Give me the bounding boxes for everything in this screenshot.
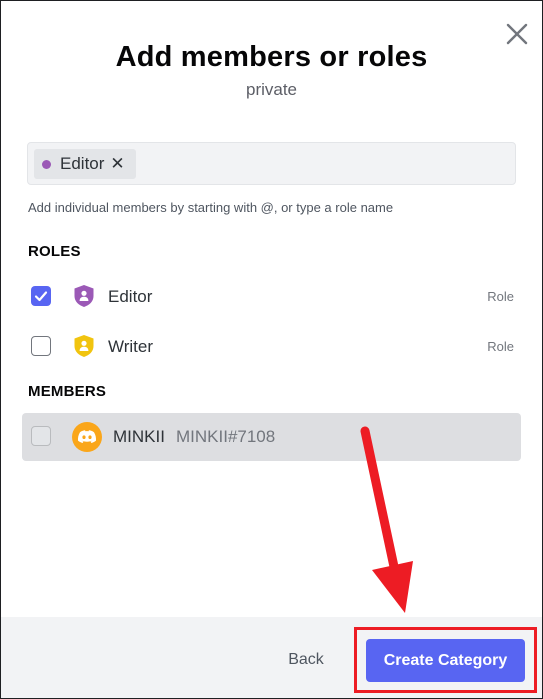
role-name: Editor: [108, 287, 153, 306]
role-color-dot: [42, 159, 51, 169]
role-name: Writer: [108, 337, 154, 356]
avatar: [72, 422, 102, 452]
annotation-highlight-box: Create Category: [354, 627, 537, 693]
modal-subtitle: private: [245, 80, 298, 99]
role-tag: Role: [487, 339, 514, 354]
member-checkbox-minkii[interactable]: [31, 426, 51, 446]
chip-label: Editor: [60, 154, 105, 173]
member-tag: MINKII#7108: [176, 427, 276, 446]
member-name: MINKII: [113, 427, 165, 446]
role-checkbox-editor[interactable]: [31, 286, 51, 306]
role-tag: Role: [487, 289, 514, 304]
role-row-editor[interactable]: Editor Role: [22, 273, 521, 321]
member-row-minkii[interactable]: MINKII MINKII#7108: [22, 413, 521, 461]
members-section-header: MEMBERS: [28, 383, 107, 400]
selected-role-chip: Editor ✕: [34, 149, 136, 179]
checkmark-icon: [34, 291, 48, 302]
role-row-writer[interactable]: Writer Role: [22, 323, 521, 371]
role-checkbox-writer[interactable]: [31, 336, 51, 356]
member-role-search-box[interactable]: Editor ✕: [27, 142, 516, 185]
chip-remove-icon[interactable]: ✕: [110, 154, 124, 174]
roles-section-header: ROLES: [28, 243, 81, 260]
role-shield-icon: [74, 335, 94, 357]
modal-footer: Back Create Category: [1, 617, 542, 698]
discord-logo-icon: [77, 430, 97, 443]
add-members-modal: Add members or roles private Editor ✕ Ad…: [0, 0, 543, 699]
back-button[interactable]: Back: [271, 636, 341, 684]
role-shield-icon: [74, 285, 94, 307]
search-input[interactable]: [148, 149, 512, 181]
modal-title: Add members or roles: [115, 41, 428, 73]
helper-text: Add individual members by starting with …: [28, 200, 394, 215]
create-category-button[interactable]: Create Category: [366, 639, 525, 682]
